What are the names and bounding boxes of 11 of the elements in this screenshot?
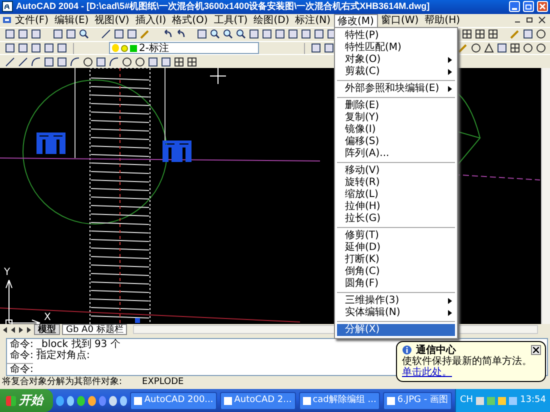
balloon-text: 使软件保持最新的简单方法。 (402, 356, 533, 367)
window-title: AutoCAD 2004 - [D:\cad\5#机图纸\一次混合机3600x1400设备安装图\一次混合机右式XHB3614M.dwg] (16, 2, 431, 12)
layer-name: 2-标注 (139, 42, 169, 54)
command-line: 命令: 指定对角点: (9, 350, 90, 361)
clock: 13:54 (520, 396, 546, 406)
axis-label: X (44, 312, 51, 323)
status-command: EXPLODE (142, 378, 184, 388)
axis-label: Y (4, 266, 10, 278)
balloon-title: 通信中心 (416, 345, 456, 356)
command-line: 命令: _block 找到 93 个 (9, 338, 120, 350)
status-text: 将复合对象分解为其部件对象: (2, 378, 122, 388)
